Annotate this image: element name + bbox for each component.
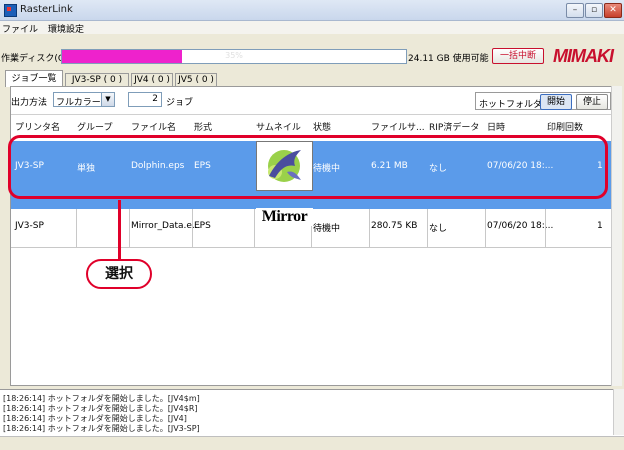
- col-thumbnail[interactable]: サムネイル: [256, 120, 301, 133]
- cell-print-count: 1: [597, 221, 603, 231]
- log-line: [18:26:14] ホットフォルダを開始しました。[JV3-SP]: [3, 424, 200, 433]
- tab-jv3-sp[interactable]: JV3-SP ( 0 ): [65, 73, 129, 86]
- col-filesize[interactable]: ファイルサ...: [371, 120, 425, 133]
- disk-usage-bar: 35%: [61, 49, 407, 64]
- chevron-down-icon[interactable]: ▼: [101, 93, 114, 106]
- hotfolder-stop-button[interactable]: 停止: [576, 94, 608, 110]
- col-date[interactable]: 日時: [487, 120, 505, 133]
- app-icon: [4, 4, 17, 17]
- grid-line: [545, 209, 546, 247]
- cell-status: 待機中: [313, 224, 341, 234]
- col-print-count[interactable]: 印刷回数: [547, 120, 583, 133]
- table-scrollbar[interactable]: [611, 86, 622, 386]
- cell-rip-data: なし: [429, 224, 448, 234]
- grid-line: [369, 209, 370, 247]
- cell-date: 07/06/20 18:...: [487, 221, 554, 231]
- grid-line: [76, 209, 77, 247]
- grid-line: [192, 209, 193, 247]
- cell-filename: Mirror_Data.e...: [131, 221, 201, 231]
- select-callout: 選択: [86, 259, 152, 289]
- col-format[interactable]: 形式: [194, 120, 212, 133]
- maximize-button[interactable]: ▫: [585, 3, 603, 18]
- col-rip-data[interactable]: RIP済データ: [429, 120, 479, 133]
- tab-job-list[interactable]: ジョブ一覧: [5, 70, 63, 87]
- tab-jv5[interactable]: JV5 ( 0 ): [175, 73, 217, 86]
- col-printer[interactable]: プリンタ名: [15, 120, 60, 133]
- mimaki-logo: MIMAKI: [553, 46, 614, 66]
- table-row[interactable]: JV3-SP Mirror_Data.e... EPS 待機中 280.75 K…: [11, 209, 615, 248]
- output-method-label: 出力方法: [11, 98, 48, 108]
- grid-line: [254, 209, 255, 247]
- title-bar: RasterLink – ▫ ✕: [0, 0, 624, 21]
- rasterlink-window: RasterLink – ▫ ✕ ファイル 環境設定 作業ディスク(C:) 35…: [0, 0, 624, 450]
- stop-all-button[interactable]: 一括中断: [492, 48, 544, 64]
- output-method-value: フルカラー: [56, 98, 101, 108]
- cell-printer: JV3-SP: [15, 221, 44, 231]
- minimize-button[interactable]: –: [566, 3, 584, 18]
- grid-line: [129, 209, 130, 247]
- col-status[interactable]: 状態: [313, 120, 331, 133]
- cell-format: EPS: [194, 221, 211, 231]
- col-filename[interactable]: ファイル名: [131, 120, 176, 133]
- menu-bar: ファイル 環境設定: [0, 21, 624, 35]
- hotfolder-start-button[interactable]: 開始: [540, 94, 572, 110]
- job-count: 2: [128, 92, 162, 107]
- selection-highlight: [8, 135, 608, 199]
- col-group[interactable]: グループ: [77, 120, 112, 133]
- disk-free-text: 24.11 GB 使用可能: [408, 54, 489, 64]
- hotfolder-group: ホットフォルダ 開始 停止: [475, 92, 611, 110]
- menu-file[interactable]: ファイル: [2, 22, 38, 35]
- mirror-thumbnail: Mirror: [256, 208, 313, 226]
- log-scrollbar[interactable]: [613, 389, 624, 435]
- callout-line: [118, 200, 121, 260]
- log-panel: [18:26:14] ホットフォルダを開始しました。[JV4$m] [18:26…: [0, 389, 624, 436]
- disk-status-row: 作業ディスク(C:) 35% 24.11 GB 使用可能 一括中断: [0, 45, 624, 65]
- grid-line: [485, 209, 486, 247]
- window-title: RasterLink: [20, 4, 73, 15]
- tab-jv4[interactable]: JV4 ( 0 ): [131, 73, 173, 86]
- cell-filesize: 280.75 KB: [371, 221, 418, 231]
- job-count-unit: ジョブ: [166, 98, 194, 108]
- disk-usage-percent: 35%: [225, 51, 243, 60]
- close-button[interactable]: ✕: [604, 3, 622, 18]
- grid-line: [427, 209, 428, 247]
- menu-settings[interactable]: 環境設定: [48, 22, 84, 35]
- hotfolder-label: ホットフォルダ: [479, 100, 543, 110]
- output-method-select[interactable]: フルカラー ▼: [53, 92, 115, 108]
- status-bar: [0, 436, 624, 450]
